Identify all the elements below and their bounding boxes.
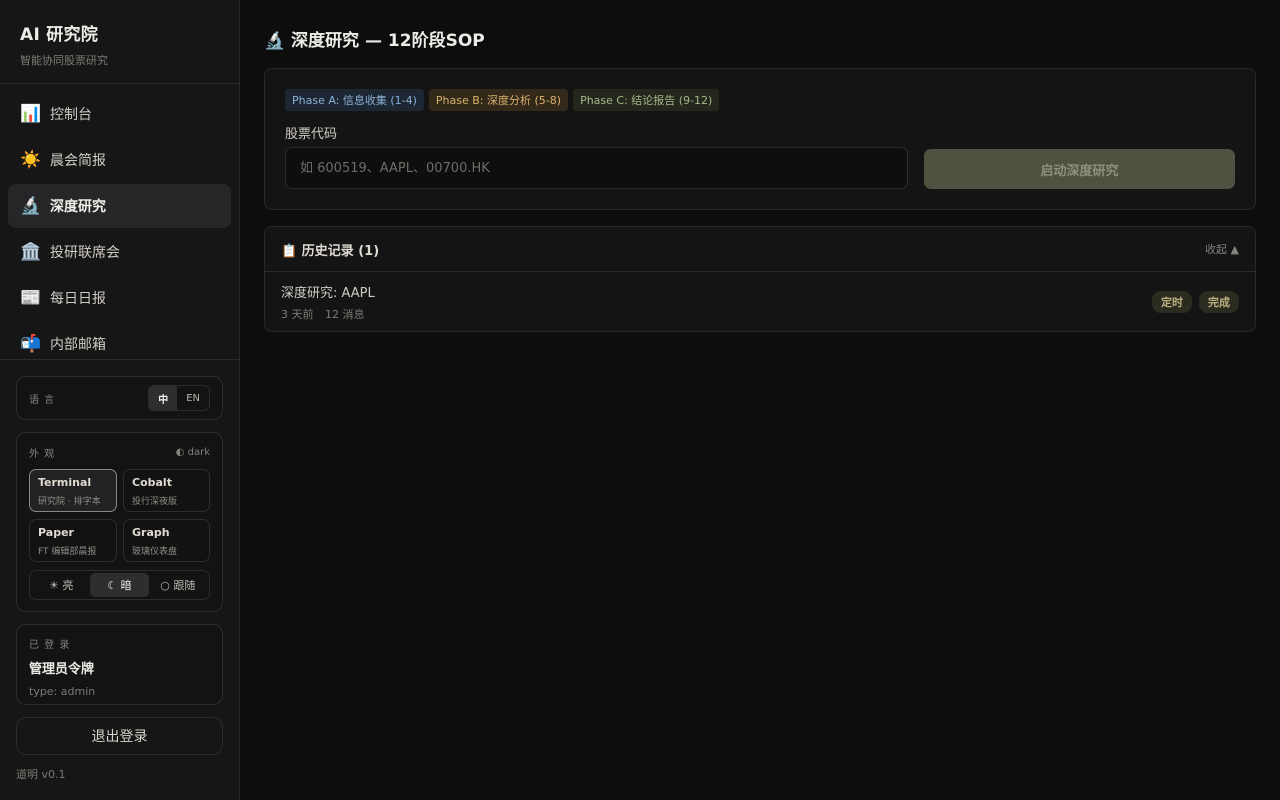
- scheduled-badge: 定时: [1152, 290, 1192, 313]
- mailbox-icon: 📬: [20, 333, 42, 354]
- history-header: 📋 历史记录 (1) 收起 ▲: [265, 227, 1255, 272]
- theme-grid: Terminal 研究院 · 排字本 Cobalt 投行深夜版 Paper FT…: [29, 469, 210, 562]
- theme-name: Graph: [132, 526, 170, 539]
- newspaper-icon: 📰: [20, 287, 42, 308]
- sidebar-item-label: 深度研究: [50, 199, 106, 215]
- logout-button[interactable]: 退出登录: [16, 717, 223, 755]
- history-row-info: 深度研究: AAPL 3 天前 12 消息: [281, 282, 375, 322]
- phase-c-tag: Phase C: 结论报告 (9-12): [573, 89, 720, 111]
- language-option-zh[interactable]: 中: [149, 386, 178, 410]
- theme-option-terminal[interactable]: Terminal 研究院 · 排字本: [29, 469, 117, 512]
- login-user-name: 管理员令牌: [29, 662, 95, 677]
- color-mode-toggle: ☀ 亮 ☾ 暗 ○ 跟随: [29, 570, 210, 600]
- sidebar-nav: 📊 控制台 ☀️ 晨会简报 🔬 深度研究 🏛️ 投研联席会 📰 每日日报 📬 内…: [0, 84, 239, 360]
- sidebar-item-morning-brief[interactable]: ☀️ 晨会简报: [8, 138, 231, 182]
- sidebar-item-label: 每日日报: [50, 291, 106, 307]
- history-title-text: 历史记录 (1): [301, 243, 380, 259]
- appearance-label: 外 观: [29, 449, 56, 460]
- ticker-label: 股票代码: [285, 127, 338, 142]
- microscope-icon: 🔬: [20, 195, 42, 216]
- history-panel: 📋 历史记录 (1) 收起 ▲ 深度研究: AAPL 3 天前 12 消息 定时…: [264, 226, 1256, 332]
- sidebar-item-daily-report[interactable]: 📰 每日日报: [8, 276, 231, 320]
- sidebar: AI 研究院 智能协同股票研究 📊 控制台 ☀️ 晨会简报 🔬 深度研究 🏛️ …: [0, 0, 240, 800]
- sidebar-item-label: 晨会简报: [50, 153, 106, 169]
- language-toggle: 中 EN: [148, 385, 210, 411]
- theme-name: Cobalt: [132, 476, 172, 489]
- clipboard-icon: 📋: [281, 243, 298, 259]
- history-row-time: 3 天前: [281, 307, 314, 321]
- appearance-header: 外 观 ◐ dark: [29, 445, 210, 460]
- sidebar-item-label: 投研联席会: [50, 245, 120, 261]
- history-row[interactable]: 深度研究: AAPL 3 天前 12 消息 定时 完成: [265, 272, 1255, 331]
- sidebar-item-label: 控制台: [50, 107, 92, 123]
- main-content: 🔬 深度研究 — 12阶段SOP Phase A: 信息收集 (1-4) Pha…: [240, 0, 1280, 800]
- page-title-text: 深度研究 — 12阶段SOP: [291, 31, 485, 51]
- theme-description: 投行深夜版: [132, 497, 178, 507]
- theme-option-cobalt[interactable]: Cobalt 投行深夜版: [123, 469, 210, 512]
- history-row-title: 深度研究: AAPL: [281, 285, 375, 301]
- history-title: 📋 历史记录 (1): [281, 240, 379, 259]
- language-label: 语 言: [29, 394, 56, 406]
- brand-subtitle: 智能协同股票研究: [20, 54, 108, 67]
- sidebar-item-deep-research[interactable]: 🔬 深度研究: [8, 184, 231, 228]
- login-user-type: type: admin: [29, 685, 96, 698]
- start-research-button[interactable]: 启动深度研究: [924, 149, 1235, 189]
- theme-option-graph[interactable]: Graph 玻璃仪表盘: [123, 519, 210, 562]
- bar-chart-icon: 📊: [20, 103, 42, 124]
- app-root: AI 研究院 智能协同股票研究 📊 控制台 ☀️ 晨会简报 🔬 深度研究 🏛️ …: [0, 0, 1280, 800]
- phase-tags: Phase A: 信息收集 (1-4) Phase B: 深度分析 (5-8) …: [285, 89, 1235, 111]
- page-title: 🔬 深度研究 — 12阶段SOP: [264, 26, 1256, 51]
- history-row-badges: 定时 完成: [1152, 290, 1239, 313]
- appearance-card: 外 观 ◐ dark Terminal 研究院 · 排字本 Cobalt 投行深…: [16, 432, 223, 612]
- theme-description: 玻璃仪表盘: [132, 547, 178, 557]
- sidebar-item-dashboard[interactable]: 📊 控制台: [8, 92, 231, 136]
- institution-icon: 🏛️: [20, 241, 42, 262]
- history-row-message-count: 12 消息: [325, 307, 365, 321]
- brand-title: AI 研究院: [20, 25, 99, 45]
- mode-light-button[interactable]: ☀ 亮: [32, 573, 90, 597]
- login-status-label: 已 登 录: [29, 640, 71, 651]
- language-card: 语 言 中 EN: [16, 376, 223, 420]
- microscope-icon: 🔬: [264, 31, 286, 51]
- theme-option-paper[interactable]: Paper FT 编辑部晨报: [29, 519, 117, 562]
- mode-follow-system-button[interactable]: ○ 跟随: [149, 573, 207, 597]
- history-row-meta: 3 天前 12 消息: [281, 306, 375, 322]
- app-version: 道明 v0.1: [16, 768, 66, 781]
- theme-description: 研究院 · 排字本: [38, 497, 101, 507]
- sun-icon: ☀️: [20, 149, 42, 170]
- phase-a-tag: Phase A: 信息收集 (1-4): [285, 89, 424, 111]
- theme-name: Paper: [38, 526, 74, 539]
- brand: AI 研究院 智能协同股票研究: [0, 0, 239, 84]
- ticker-input[interactable]: [285, 147, 908, 189]
- phase-b-tag: Phase B: 深度分析 (5-8): [428, 89, 569, 111]
- login-card: 已 登 录 管理员令牌 type: admin: [16, 624, 223, 705]
- language-option-en[interactable]: EN: [177, 386, 209, 410]
- status-badge: 完成: [1199, 290, 1239, 313]
- collapse-history-button[interactable]: 收起 ▲: [1205, 241, 1239, 257]
- sidebar-item-label: 内部邮箱: [50, 337, 106, 353]
- theme-name: Terminal: [38, 476, 92, 489]
- research-form-panel: Phase A: 信息收集 (1-4) Phase B: 深度分析 (5-8) …: [264, 68, 1256, 210]
- sidebar-item-mailbox[interactable]: 📬 内部邮箱: [8, 322, 231, 359]
- theme-description: FT 编辑部晨报: [38, 547, 97, 557]
- dark-mode-tag: ◐ dark: [175, 447, 210, 458]
- mode-dark-button[interactable]: ☾ 暗: [90, 573, 149, 597]
- sidebar-item-joint-meeting[interactable]: 🏛️ 投研联席会: [8, 230, 231, 274]
